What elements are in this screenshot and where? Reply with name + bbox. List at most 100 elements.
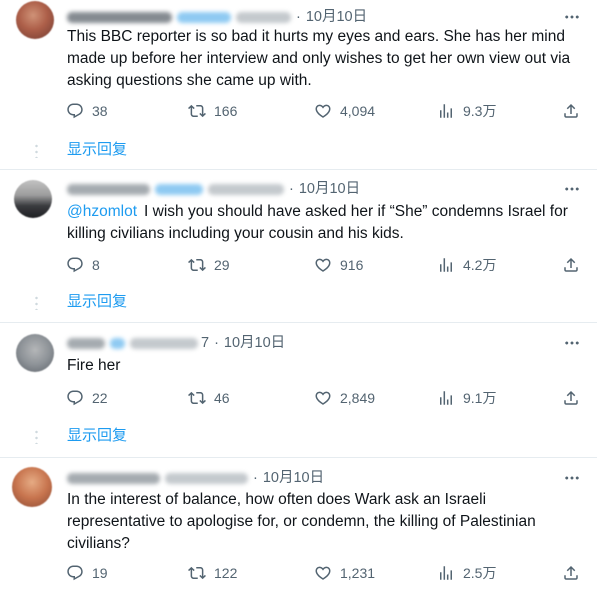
tweet-text-line: This BBC reporter is so bad it hurts my … — [67, 28, 565, 45]
blur-segment — [130, 337, 198, 349]
replies-timeline: · 10月10日 This BBC reporter is so bad it … — [0, 0, 597, 590]
views-button[interactable]: 2.5万 — [437, 563, 496, 583]
tweet[interactable]: · 10月10日 In the interest of balance, how… — [0, 458, 597, 590]
blur-segment — [110, 337, 125, 349]
reply-icon — [67, 565, 83, 581]
tweet-text: This BBC reporter is so bad it hurts my … — [67, 26, 570, 92]
thread-dots-icon — [35, 429, 38, 444]
tweet-header: · 10月10日 — [67, 468, 324, 488]
retweet-icon — [188, 566, 206, 580]
views-button[interactable]: 9.3万 — [437, 101, 496, 121]
share-icon — [564, 103, 578, 118]
tweet-date[interactable]: 10月10日 — [299, 179, 360, 199]
reply-icon — [67, 103, 83, 119]
share-button[interactable] — [562, 255, 580, 275]
more-options-button[interactable] — [563, 334, 581, 352]
share-button[interactable] — [562, 388, 580, 408]
thread-dots-icon — [35, 295, 38, 310]
like-button[interactable]: 916 — [314, 255, 363, 275]
tweet-header: 7 · 10月10日 — [67, 333, 285, 353]
tweet-date[interactable]: 10月10日 — [224, 333, 285, 353]
more-icon — [565, 15, 579, 19]
user-handle-fragment[interactable]: 7 — [201, 333, 209, 353]
tweet-text-line: In the interest of balance, how often do… — [67, 491, 487, 508]
retweet-icon — [188, 391, 206, 405]
like-button[interactable]: 4,094 — [314, 101, 375, 121]
reply-button[interactable]: 8 — [66, 255, 100, 275]
reply-button[interactable]: 38 — [66, 101, 108, 121]
views-icon — [440, 104, 452, 118]
show-replies-link[interactable]: 显示回复 — [67, 426, 127, 446]
like-count: 2,849 — [340, 390, 376, 406]
tweet-text: In the interest of balance, how often do… — [67, 489, 536, 555]
views-button[interactable]: 4.2万 — [437, 255, 496, 275]
tweet[interactable]: · 10月10日 This BBC reporter is so bad it … — [0, 0, 597, 170]
blurred-user-name[interactable] — [67, 333, 198, 353]
like-button[interactable]: 1,231 — [314, 563, 375, 583]
blur-segment — [67, 11, 172, 23]
views-button[interactable]: 9.1万 — [437, 388, 496, 408]
tweet-header: · 10月10日 — [67, 179, 360, 199]
more-options-button[interactable] — [563, 8, 581, 26]
like-count: 4,094 — [340, 103, 376, 119]
views-icon — [440, 258, 452, 272]
more-icon — [565, 187, 579, 191]
blurred-user-name[interactable] — [67, 7, 291, 27]
show-replies-link[interactable]: 显示回复 — [67, 140, 127, 160]
retweet-button[interactable]: 29 — [188, 255, 230, 275]
blurred-user-name[interactable] — [67, 468, 248, 488]
reply-count: 19 — [92, 565, 108, 581]
tweet-text-line: civilians? — [67, 535, 130, 552]
tweet-text-line: Fire her — [67, 357, 121, 374]
views-count: 4.2万 — [463, 257, 497, 273]
avatar[interactable] — [16, 1, 54, 39]
more-options-button[interactable] — [563, 469, 581, 487]
meta-separator: · — [214, 335, 219, 351]
more-options-button[interactable] — [563, 180, 581, 198]
tweet-text-line: representative to apologise for, or cond… — [67, 513, 536, 530]
like-icon — [315, 391, 331, 405]
show-replies-link[interactable]: 显示回复 — [67, 292, 127, 312]
reply-count: 22 — [92, 390, 108, 406]
reply-button[interactable]: 22 — [66, 388, 108, 408]
more-icon — [565, 476, 579, 480]
tweet-text-line: made up before her interview and only wi… — [67, 50, 571, 67]
avatar[interactable] — [12, 467, 52, 507]
blur-segment — [67, 183, 150, 195]
tweet[interactable]: · 10月10日 @hzomlot I wish you should have … — [0, 170, 597, 323]
views-count: 9.1万 — [463, 390, 497, 406]
blur-segment — [155, 183, 203, 195]
tweet-date[interactable]: 10月10日 — [306, 7, 367, 27]
share-button[interactable] — [562, 563, 580, 583]
views-count: 2.5万 — [463, 565, 497, 581]
views-icon — [440, 566, 452, 580]
tweet-header: · 10月10日 — [67, 7, 367, 27]
mention-link[interactable]: @hzomlot — [67, 203, 137, 220]
meta-separator: · — [296, 9, 301, 25]
retweet-button[interactable]: 46 — [188, 388, 230, 408]
like-icon — [315, 566, 331, 580]
avatar[interactable] — [14, 180, 52, 218]
blur-segment — [165, 472, 248, 484]
reply-count: 38 — [92, 103, 108, 119]
share-button[interactable] — [562, 101, 580, 121]
views-icon — [440, 391, 452, 405]
blur-segment — [208, 183, 284, 195]
tweet-text: Fire her — [67, 355, 120, 377]
like-count: 916 — [340, 257, 364, 273]
reply-button[interactable]: 19 — [66, 563, 108, 583]
retweet-button[interactable]: 122 — [188, 563, 237, 583]
avatar[interactable] — [16, 334, 54, 372]
retweet-button[interactable]: 166 — [188, 101, 237, 121]
retweet-icon — [188, 258, 206, 272]
tweet-date[interactable]: 10月10日 — [263, 468, 324, 488]
thread-dots-icon — [35, 143, 38, 158]
meta-separator: · — [253, 470, 258, 486]
blur-segment — [67, 337, 105, 349]
reply-count: 8 — [92, 257, 100, 273]
tweet[interactable]: 7 · 10月10日 Fire her 22 46 2,849 9.1万 显示回… — [0, 323, 597, 458]
like-button[interactable]: 2,849 — [314, 388, 375, 408]
share-icon — [564, 257, 578, 272]
blurred-user-name[interactable] — [67, 179, 284, 199]
reply-icon — [67, 257, 83, 273]
